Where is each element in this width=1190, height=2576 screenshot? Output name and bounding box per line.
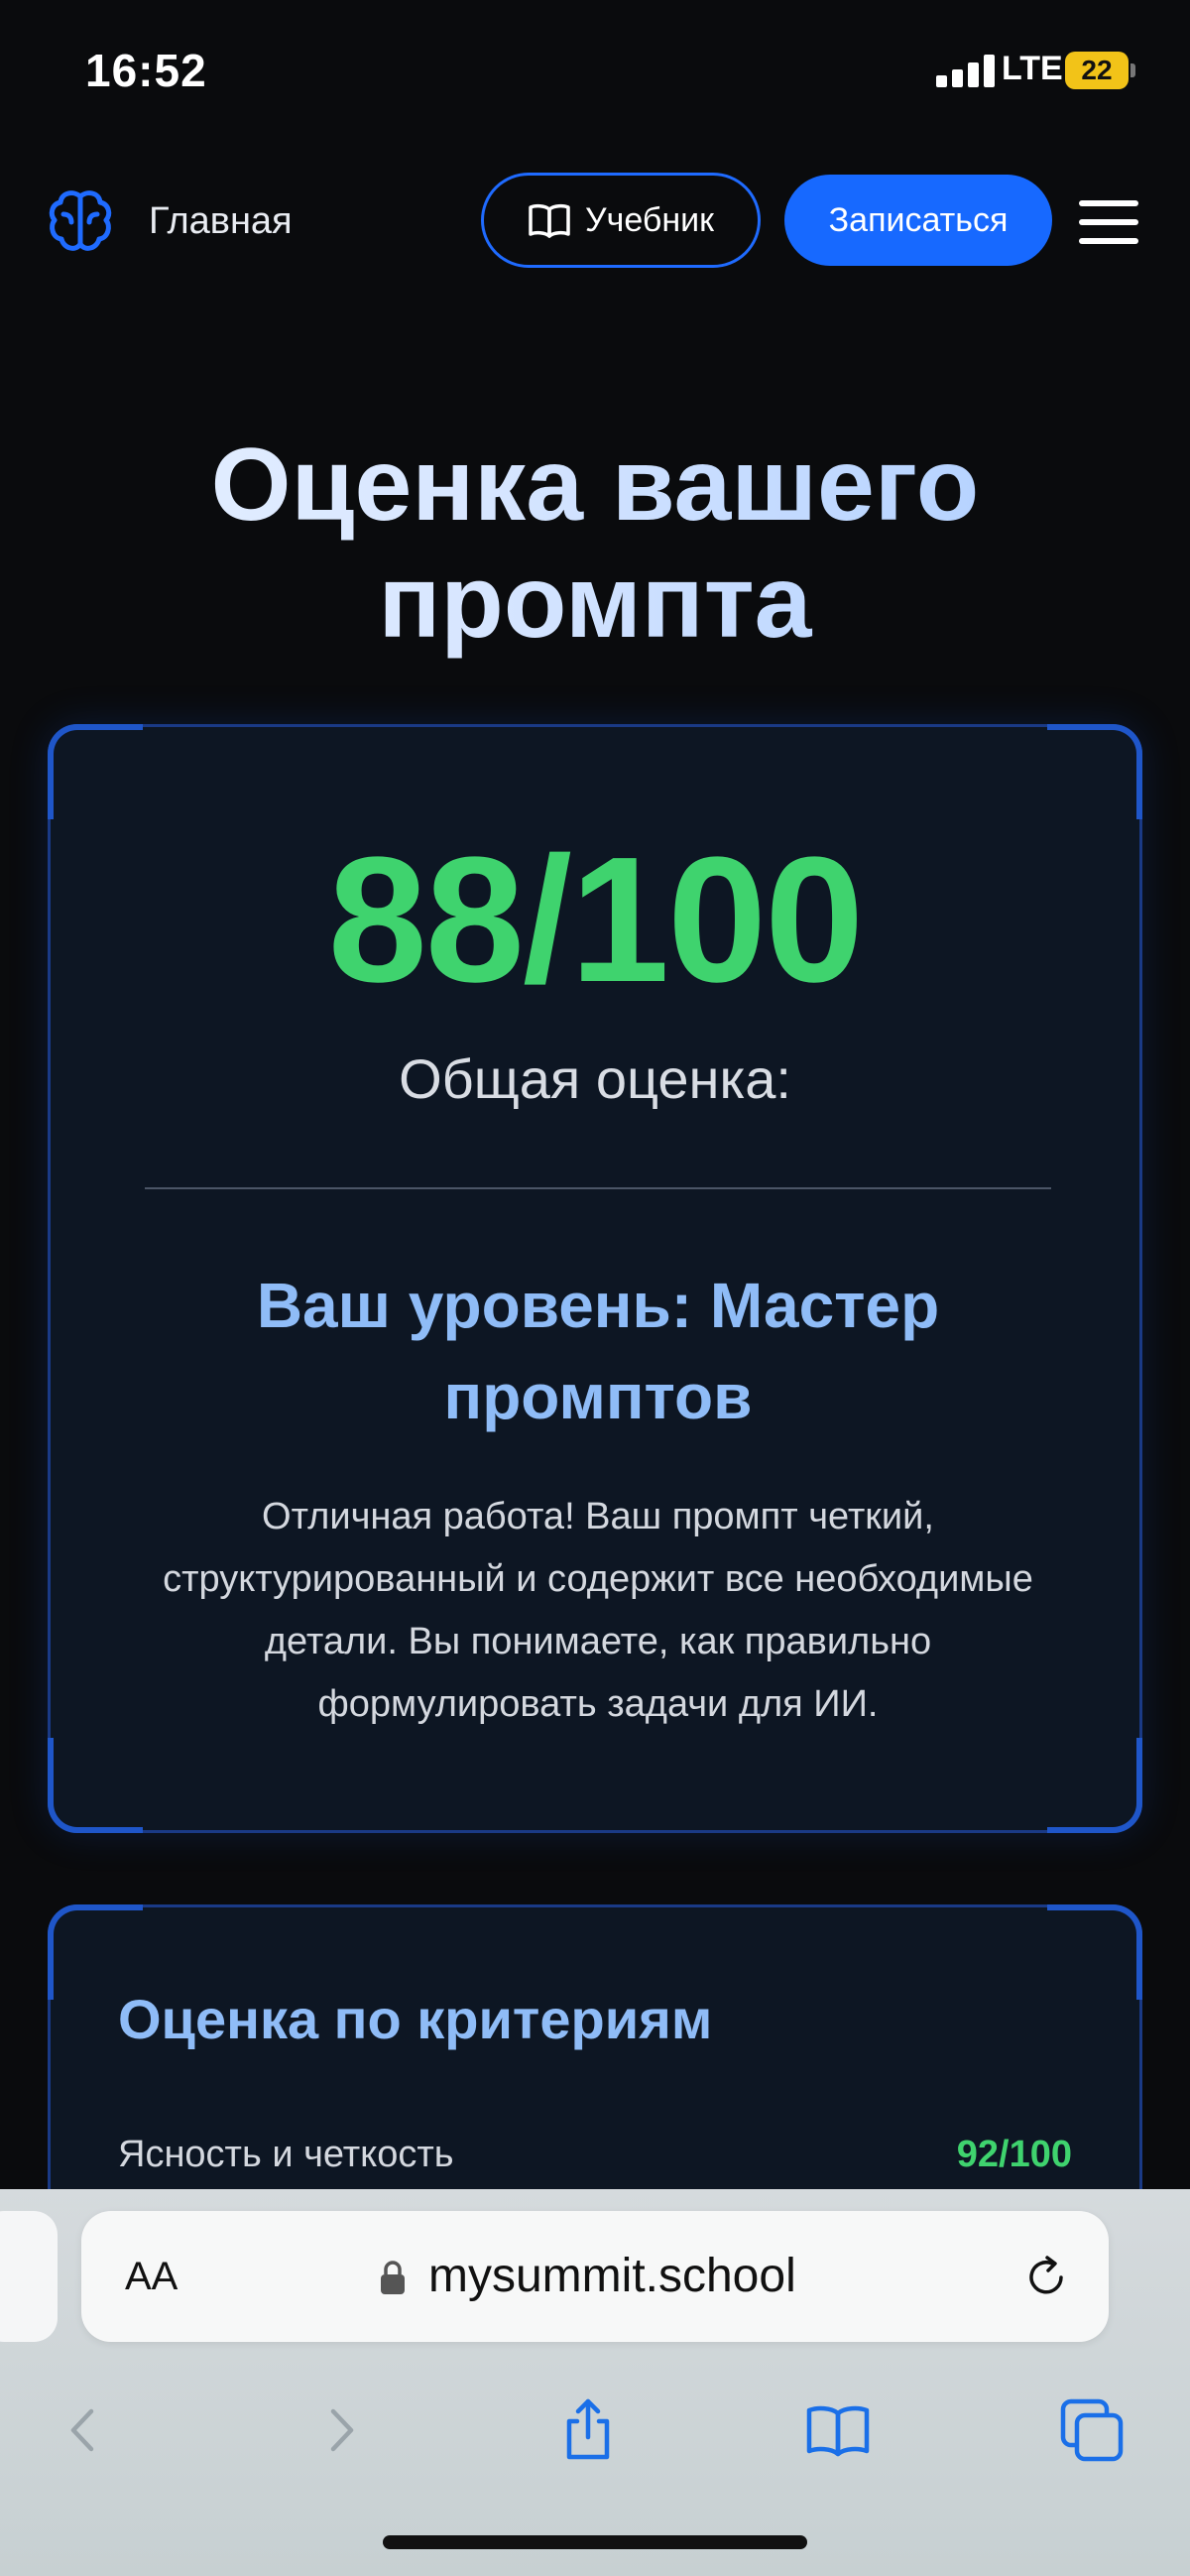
- criterion-name: Ясность и четкость: [118, 2134, 454, 2175]
- previous-tab-preview[interactable]: [0, 2211, 58, 2342]
- status-time: 16:52: [85, 45, 207, 96]
- back-icon[interactable]: [50, 2395, 119, 2465]
- site-header: Главная Учебник Записаться: [0, 159, 1190, 278]
- signal-icon: [936, 54, 998, 87]
- enroll-button[interactable]: Записаться: [784, 175, 1052, 266]
- menu-icon[interactable]: [1079, 200, 1138, 244]
- book-icon: [529, 203, 570, 238]
- level-heading: Ваш уровень: Мастер промптов: [256, 1270, 940, 1432]
- criterion-score: 92/100: [956, 2134, 1072, 2175]
- battery-icon: 22: [1065, 52, 1135, 89]
- lock-icon: [381, 2261, 405, 2294]
- status-bar: 16:52 LTE 22: [0, 0, 1190, 139]
- overall-score-label: Общая оценка:: [399, 1047, 791, 1110]
- home-indicator[interactable]: [383, 2535, 807, 2549]
- url-text: mysummit.school: [428, 2250, 796, 2302]
- share-icon[interactable]: [553, 2395, 623, 2465]
- score-card: 88/100 Общая оценка: Ваш уровень: Мастер…: [48, 724, 1142, 1833]
- browser-bar: AA mysummit.school: [0, 2189, 1190, 2576]
- textbook-button[interactable]: Учебник: [481, 173, 761, 268]
- reload-icon[interactable]: [1021, 2253, 1071, 2302]
- bookmarks-icon[interactable]: [803, 2395, 873, 2465]
- address-bar[interactable]: AA mysummit.school: [81, 2211, 1109, 2342]
- tabs-icon[interactable]: [1057, 2395, 1127, 2465]
- reader-settings-button[interactable]: AA: [125, 2255, 178, 2299]
- nav-home-link[interactable]: Главная: [149, 200, 293, 243]
- criteria-title: Оценка по критериям: [118, 1988, 713, 2050]
- page-title: Оценка вашего промпта: [0, 427, 1190, 661]
- battery-level: 22: [1065, 52, 1129, 89]
- browser-toolbar: [0, 2368, 1190, 2487]
- brain-icon[interactable]: [46, 186, 115, 256]
- forward-icon[interactable]: [305, 2395, 375, 2465]
- network-type: LTE: [1002, 50, 1063, 87]
- divider: [145, 1187, 1051, 1189]
- textbook-label: Учебник: [585, 200, 714, 239]
- level-description: Отличная работа! Ваш промпт четкий, стру…: [163, 1496, 1033, 1725]
- overall-score: 88/100: [327, 820, 865, 1020]
